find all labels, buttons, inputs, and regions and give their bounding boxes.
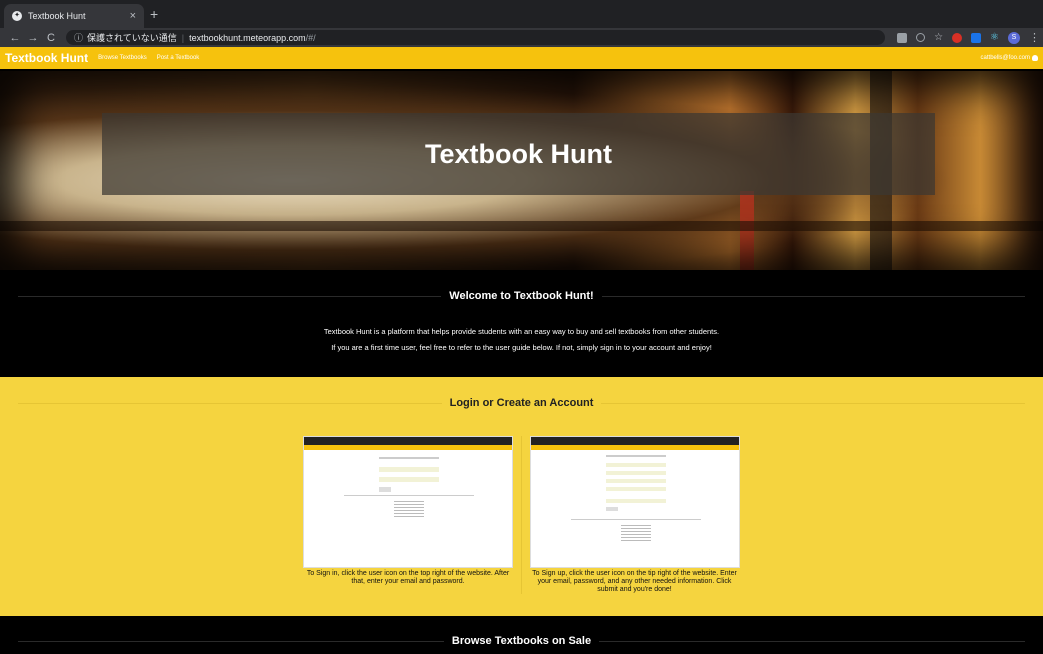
heading-rule-right [601,295,1025,297]
screenshot-detail [605,507,618,511]
login-title: Login or Create an Account [449,397,594,409]
screenshot-detail [605,479,666,483]
reload-button[interactable]: C [42,32,60,44]
forward-button[interactable]: → [24,32,42,44]
address-separator: | [181,32,185,43]
hero-title: Textbook Hunt [425,138,612,169]
welcome-text: Textbook Hunt is a platform that helps p… [0,324,1043,356]
screenshot-detail [620,525,651,543]
site-brand-link[interactable]: Textbook Hunt [5,51,88,65]
browser-toolbar: ← → C ⓘ 保護されていない通信 | textbookhunt.meteor… [0,28,1043,47]
site-navbar: Textbook Hunt Browse Textbooks Post a Te… [0,47,1043,69]
signup-screenshot [529,436,740,568]
extension-red-icon[interactable] [952,32,963,43]
extension-blue-icon[interactable] [971,32,982,43]
security-label: 保護されていない通信 [87,33,177,43]
react-devtools-icon[interactable]: ⚛ [990,32,999,43]
hero-banner: Textbook Hunt [102,113,935,195]
browser-tabstrip: ✦ Textbook Hunt × + [0,0,1043,28]
meteor-favicon-icon: ✦ [12,11,22,21]
screenshot-detail [605,455,666,457]
profile-avatar[interactable]: S [1008,31,1020,44]
signup-guide: To Sign up, click the user icon on the t… [522,436,740,594]
screenshot-browser-bar [530,437,739,445]
welcome-title: Welcome to Textbook Hunt! [449,290,594,302]
translate-icon[interactable] [897,32,908,43]
signin-screenshot [303,436,513,568]
screenshot-browser-bar [304,437,512,445]
welcome-line-1: Textbook Hunt is a platform that helps p… [323,327,720,336]
nav-browse-textbooks[interactable]: Browse Textbooks [98,55,147,61]
welcome-heading: Welcome to Textbook Hunt! [0,290,1043,302]
nav-post-textbook[interactable]: Post a Textbook [157,55,200,61]
screenshot-navbar [304,445,512,450]
login-heading: Login or Create an Account [0,397,1043,409]
new-tab-button[interactable]: + [150,6,158,22]
user-menu[interactable]: cattbells@foo.com [981,55,1038,61]
info-icon[interactable]: ⓘ [74,31,83,44]
zoom-icon[interactable] [916,33,926,42]
screenshot-detail [379,457,439,459]
address-bar[interactable]: ⓘ 保護されていない通信 | textbookhunt.meteorapp.co… [66,30,886,45]
heading-rule-left [18,402,442,404]
hero-section: Textbook Hunt [0,71,1043,270]
screenshot-detail [344,495,474,496]
heading-rule-right [601,402,1026,404]
signup-caption: To Sign up, click the user icon on the t… [532,570,737,593]
url-path: /#/ [305,32,316,43]
screenshot-navbar [530,445,739,450]
extension-icons: ☆ ⚛ S ⋮ [897,31,1040,44]
browser-menu-icon[interactable]: ⋮ [1029,31,1040,44]
browser-tab[interactable]: ✦ Textbook Hunt × [4,4,144,28]
screenshot-detail [605,499,666,503]
heading-rule-right [599,640,1026,642]
tab-close-button[interactable]: × [130,10,136,22]
welcome-line-2: If you are a first time user, feel free … [331,343,712,352]
tab-title: Textbook Hunt [28,11,86,21]
bookmark-star-icon[interactable]: ☆ [934,32,943,43]
url-host: textbookhunt.meteorapp.com [189,32,306,43]
screenshot-detail [570,519,701,520]
heading-rule-left [18,295,442,297]
screenshot-detail [605,487,666,491]
heading-rule-left [18,640,444,642]
user-icon[interactable] [1032,55,1038,61]
user-guide: To Sign in, click the user icon on the t… [0,436,1043,594]
login-section: Login or Create an Account To Sign in, c… [0,377,1043,616]
browse-title: Browse Textbooks on Sale [451,635,592,647]
screenshot-detail [379,477,439,482]
back-button[interactable]: ← [6,32,24,44]
browse-heading: Browse Textbooks on Sale [0,635,1043,647]
browse-section: Browse Textbooks on Sale [0,616,1043,654]
signin-caption: To Sign in, click the user icon on the t… [306,570,510,585]
screenshot-detail [605,463,666,467]
signin-guide: To Sign in, click the user icon on the t… [303,436,522,594]
welcome-section: Welcome to Textbook Hunt! Textbook Hunt … [0,270,1043,377]
screenshot-detail [379,487,391,492]
screenshot-detail [379,467,439,472]
screenshot-detail [394,501,424,519]
screenshot-detail [605,471,666,475]
user-email: cattbells@foo.com [980,55,1030,61]
